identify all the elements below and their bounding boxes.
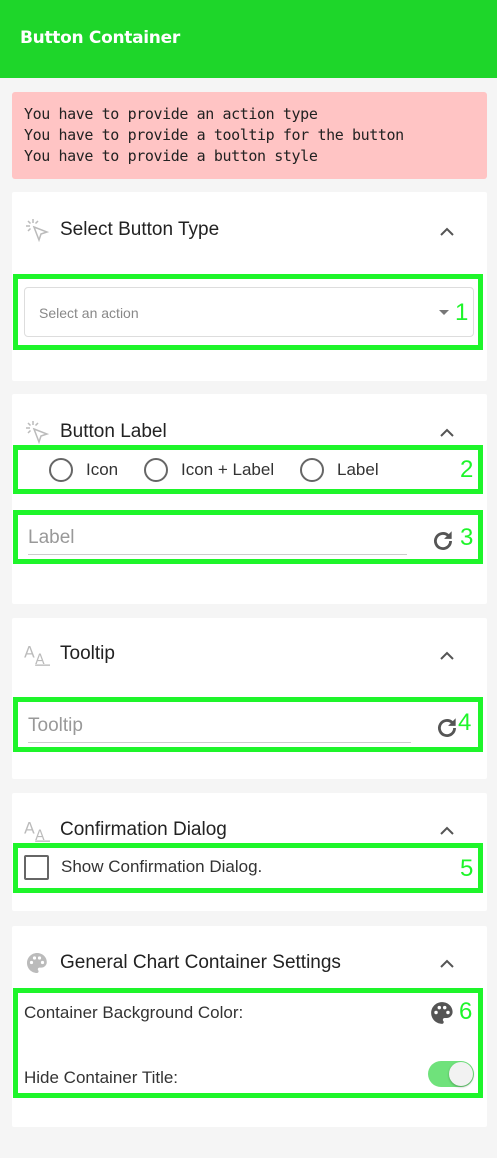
annotation-number: 2 — [460, 456, 474, 483]
annotation-number: 1 — [455, 299, 469, 326]
chevron-up-icon[interactable] — [439, 225, 455, 237]
section-header[interactable]: AA Tooltip — [24, 639, 115, 669]
section-title: General Chart Container Settings — [60, 952, 341, 973]
svg-text:A: A — [24, 819, 35, 838]
annotation-number: 5 — [460, 855, 474, 882]
annotation-box-4 — [13, 697, 483, 752]
annotation-box-3 — [13, 510, 483, 564]
section-title: Button Label — [60, 421, 167, 442]
validation-errors: You have to provide an action type You h… — [12, 92, 487, 179]
annotation-number: 4 — [458, 709, 472, 736]
cursor-click-icon — [24, 419, 50, 445]
error-message: You have to provide an action type — [24, 105, 318, 123]
svg-text:A: A — [24, 643, 35, 662]
section-title: Confirmation Dialog — [60, 819, 227, 840]
cursor-click-icon — [24, 217, 50, 243]
page-title: Button Container — [20, 28, 180, 48]
chevron-up-icon[interactable] — [439, 957, 455, 969]
error-message: You have to provide a tooltip for the bu… — [24, 126, 404, 144]
chevron-up-icon[interactable] — [439, 426, 455, 438]
app-header: Button Container — [0, 0, 497, 78]
palette-icon — [24, 950, 50, 976]
annotation-box-2 — [13, 445, 483, 494]
annotation-number: 6 — [459, 998, 473, 1025]
annotation-box-5 — [13, 843, 483, 893]
section-title: Tooltip — [60, 643, 115, 664]
section-header[interactable]: Button Label — [24, 417, 167, 447]
annotation-box-6 — [13, 988, 483, 1098]
annotation-number: 3 — [460, 524, 474, 551]
error-message: You have to provide a button style — [24, 147, 318, 165]
section-header[interactable]: Select Button Type — [24, 215, 219, 245]
chevron-up-icon[interactable] — [439, 824, 455, 836]
section-header[interactable]: General Chart Container Settings — [24, 948, 341, 978]
section-title: Select Button Type — [60, 219, 220, 240]
annotation-box-1 — [13, 274, 483, 350]
section-header[interactable]: AA Confirmation Dialog — [24, 815, 227, 845]
section-button-label: Button Label — [12, 394, 487, 604]
chevron-up-icon[interactable] — [439, 649, 455, 661]
font-size-icon: AA — [24, 641, 50, 667]
font-size-icon: AA — [24, 817, 50, 843]
